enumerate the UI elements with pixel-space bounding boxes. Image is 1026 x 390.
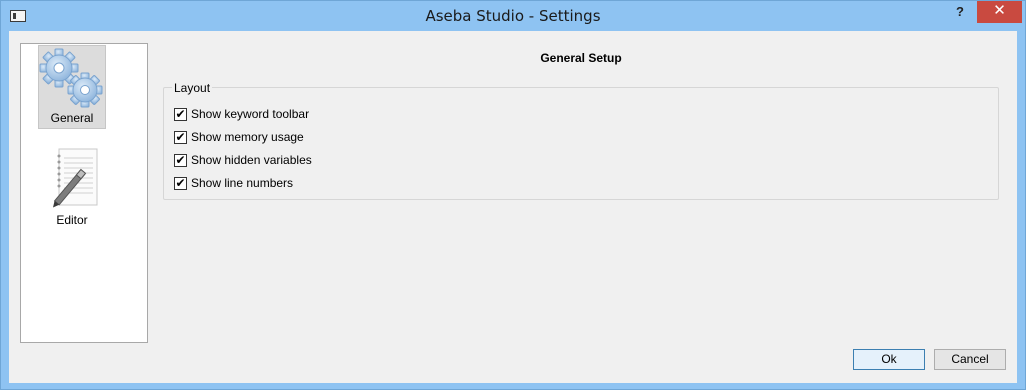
- checkbox[interactable]: ✔: [174, 176, 187, 190]
- option-show-keyword-toolbar[interactable]: ✔ Show keyword toolbar: [174, 106, 309, 122]
- sidebar-item-label: Editor: [56, 213, 88, 227]
- group-title: Layout: [172, 81, 213, 95]
- checkbox[interactable]: ✔: [174, 153, 187, 167]
- window-title: Aseba Studio - Settings: [425, 7, 601, 25]
- ok-button[interactable]: Ok: [853, 349, 925, 370]
- help-button[interactable]: ?: [945, 1, 975, 25]
- notepad-pen-icon: [53, 148, 98, 208]
- checkbox[interactable]: ✔: [174, 107, 187, 121]
- settings-category-list: General Editor: [20, 43, 148, 343]
- sidebar-item-general[interactable]: General: [38, 45, 106, 129]
- close-button[interactable]: ✕: [977, 1, 1022, 23]
- option-label: Show keyword toolbar: [191, 107, 310, 121]
- cancel-button[interactable]: Cancel: [934, 349, 1006, 370]
- option-show-hidden-variables[interactable]: ✔ Show hidden variables: [174, 152, 312, 168]
- layout-group: Layout ✔ Show keyword toolbar ✔ Show mem…: [163, 81, 999, 200]
- sidebar-item-editor[interactable]: Editor: [38, 146, 106, 230]
- gears-icon: [39, 48, 103, 108]
- title-bar[interactable]: Aseba Studio - Settings ? ✕: [1, 1, 1025, 31]
- option-label: Show hidden variables: [191, 153, 312, 167]
- dialog-body: General Editor General Setup Layout ✔ Sh…: [9, 31, 1017, 383]
- option-show-line-numbers[interactable]: ✔ Show line numbers: [174, 175, 293, 191]
- option-show-memory-usage[interactable]: ✔ Show memory usage: [174, 129, 304, 145]
- checkbox[interactable]: ✔: [174, 130, 187, 144]
- sidebar-item-label: General: [50, 111, 94, 125]
- settings-window: Aseba Studio - Settings ? ✕ General Edit…: [0, 0, 1026, 390]
- option-label: Show line numbers: [191, 176, 294, 190]
- page-title: General Setup: [540, 51, 622, 65]
- option-label: Show memory usage: [191, 130, 304, 144]
